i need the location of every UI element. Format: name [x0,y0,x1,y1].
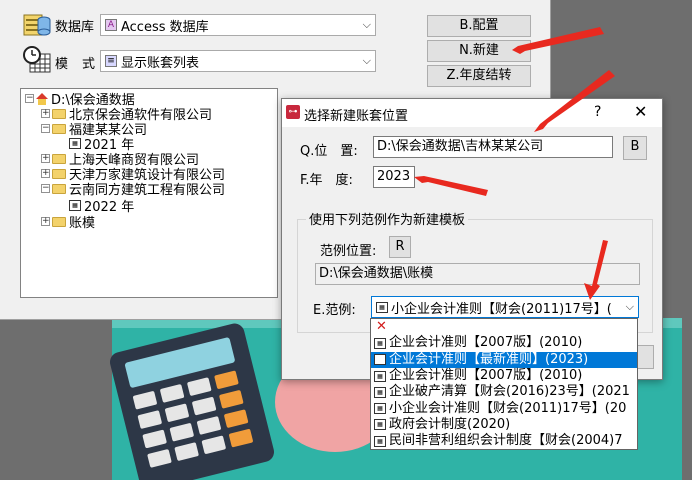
database-icon [22,11,52,39]
dropdown-item-label: 民间非营利组织会计制度【财会(2004)7 [389,433,623,449]
calendar-icon: ▦ [374,435,386,447]
calendar-icon: ▦ [374,386,386,398]
collapse-icon[interactable]: − [41,184,50,193]
template-label: E.范例: [313,303,356,318]
template-position-input[interactable]: D:\保会通数据\账模 [315,263,640,285]
calendar-icon: ▦ [69,200,81,211]
dropdown-item[interactable]: ▦ 政府会计制度(2020) [371,417,637,433]
calendar-icon: ▦ [376,301,388,313]
database-select[interactable]: A Access 数据库 ⌵ [100,14,376,36]
config-button[interactable]: B.配置 [427,15,531,37]
calendar-icon: ▦ [374,403,386,415]
dropdown-item-label: 企业破产清算【财会(2016)23号】(2021 [389,384,630,400]
access-icon: A [105,19,117,31]
position-input[interactable]: D:\保会通数据\吉林某某公司 [373,136,613,158]
template-position-button[interactable]: R [389,236,411,258]
dropdown-item[interactable]: ▦ 企业破产清算【财会(2016)23号】(2021 [371,384,637,400]
dropdown-item-label: 政府会计制度(2020) [389,416,511,432]
tree-node[interactable]: + 账模 [41,214,96,231]
browse-button[interactable]: B [623,136,647,160]
mode-label-1: 模 [55,57,69,72]
chevron-down-icon: ⌵ [362,54,371,67]
mode-label-2: 式 [82,57,96,72]
chevron-down-icon: ⌵ [362,18,371,31]
new-button[interactable]: N.新建 [427,40,531,62]
tree-node[interactable]: − 云南同方建筑工程有限公司 [41,181,225,198]
expand-icon[interactable]: + [41,109,50,118]
folder-icon [52,216,66,227]
folder-open-icon [52,123,66,134]
tree-node-year[interactable]: ▦ 2022 年 [69,198,134,215]
dropdown-item-label: 企业会计准则【2007版】(2010) [389,335,583,351]
template-dropdown-list[interactable]: ✕ ▦ 企业会计准则【2007版】(2010) ▦ 企业会计准则【最新准则】(2… [370,318,638,450]
dropdown-item-label: 小企业会计准则【财会(2011)17号】(20 [389,400,627,416]
clear-icon: ✕ [376,319,387,335]
expand-icon[interactable]: + [41,154,50,163]
expand-icon[interactable]: + [41,217,50,226]
folder-icon [52,108,66,119]
app-icon: ⊶ [286,105,300,119]
template-group-title: 使用下列范例作为新建模板 [306,209,469,228]
folder-open-icon [52,183,66,194]
tree-node-label: 账模 [69,216,96,231]
mode-select[interactable]: ≡ 显示账套列表 ⌵ [100,50,376,72]
dropdown-item-empty[interactable]: ✕ [371,319,637,335]
chevron-down-icon: ⌵ [625,300,634,313]
expand-icon[interactable]: + [41,169,50,178]
calendar-icon: ▦ [374,370,386,382]
dropdown-item[interactable]: ▦ 企业会计准则【2007版】(2010) [371,368,637,384]
year-label: F.年 度: [300,173,353,188]
list-icon: ≡ [105,55,117,67]
home-icon [36,92,49,105]
dropdown-item[interactable]: ▦ 小企业会计准则【财会(2011)17号】(20 [371,400,637,416]
database-label: 数据库 [55,20,95,35]
ok-button[interactable] [636,345,654,369]
year-end-carryover-button[interactable]: Z.年度结转 [427,65,531,87]
account-set-tree[interactable]: − D:\保会通数据 + 北京保会通软件有限公司 − 福建某某公司 ▦ 2021… [20,88,278,298]
year-input[interactable]: 2023 [373,166,415,188]
template-select[interactable]: ▦ 小企业会计准则【财会(2011)17号】( ⌵ [371,296,639,318]
folder-icon [52,153,66,164]
calendar-icon: ▦ [374,354,386,366]
template-select-value: 小企业会计准则【财会(2011)17号】( [391,301,612,317]
dropdown-item[interactable]: ▦ 民间非营利组织会计制度【财会(2004)7 [371,433,637,449]
dropdown-item[interactable]: ▦ 企业会计准则【2007版】(2010) [371,335,637,351]
calculator-keys [132,369,260,468]
dropdown-item-label: 企业会计准则【最新准则】(2023) [389,351,589,367]
template-position-label: 范例位置: [320,244,377,259]
calendar-icon: ▦ [374,337,386,349]
collapse-icon[interactable]: − [25,94,34,103]
database-select-value: Access 数据库 [121,19,209,35]
dialog-title: 选择新建账套位置 [304,109,409,124]
mode-select-value: 显示账套列表 [121,55,200,71]
close-button[interactable]: ✕ [634,102,647,121]
dropdown-item-label: 企业会计准则【2007版】(2010) [389,368,583,384]
collapse-icon[interactable]: − [41,124,50,133]
dropdown-item-selected[interactable]: ▦ 企业会计准则【最新准则】(2023) [371,351,637,368]
calendar-icon: ▦ [374,419,386,431]
dialog-title-bar[interactable]: ⊶ 选择新建账套位置 ? ✕ [282,99,662,127]
folder-icon [52,168,66,179]
help-button[interactable]: ? [594,104,601,120]
clock-calendar-icon [22,45,52,75]
position-label: Q.位 置: [300,144,358,159]
calendar-icon: ▦ [69,138,81,149]
